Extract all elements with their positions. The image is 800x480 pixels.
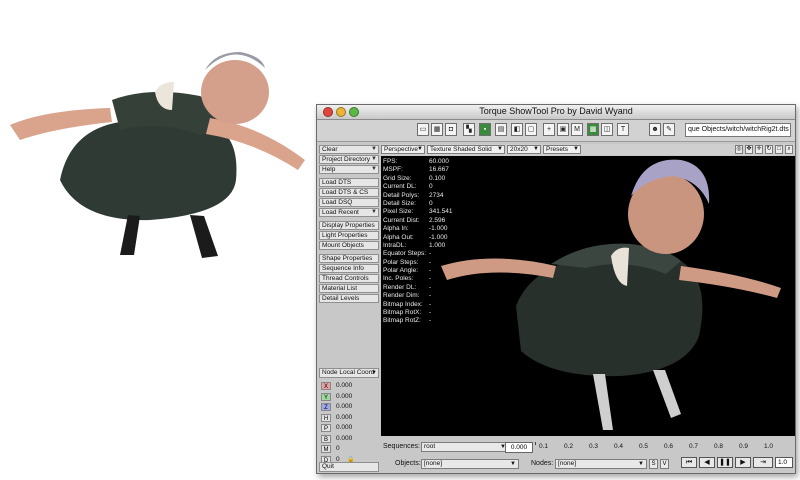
light-icon[interactable]: ▚ (463, 123, 475, 136)
coordinate-readout: X 0.000 Y 0.000 Z 0.000 H 0.000 P 0.000 B 0.00… (321, 381, 379, 465)
chevron-down-icon: ▼ (371, 156, 377, 162)
green-tool-icon[interactable]: ▪ (479, 123, 491, 136)
move-icon[interactable]: ✛ (755, 145, 763, 154)
play-reverse-icon[interactable]: ◀ (699, 457, 715, 468)
current-time-field[interactable]: 0.000 (505, 442, 533, 453)
window-title: Torque ShowTool Pro by David Wyand (479, 106, 633, 116)
objects-label: Objects: (395, 460, 421, 467)
node-icon[interactable]: ◧ (511, 123, 523, 136)
mirror-icon[interactable]: ◫ (601, 123, 613, 136)
timeline-tick-label: 0.7 (689, 443, 699, 450)
coord-row-y: Y 0.000 (321, 392, 379, 402)
chevron-down-icon: ▼ (371, 146, 377, 152)
view-mode-select[interactable]: Perspective ▼ (381, 145, 425, 154)
nodes-s-button[interactable]: S (649, 459, 658, 469)
nodes-select[interactable]: [none] ▼ (555, 459, 647, 469)
pen-icon[interactable]: ✎ (663, 123, 675, 136)
timeline-scrubber[interactable]: 0.1 0.2 0.3 0.4 0.5 0.6 0.7 0.8 0.9 1.0 (535, 442, 791, 453)
material-list-button[interactable]: Material List (319, 284, 379, 293)
pan-icon[interactable]: ✥ (745, 145, 753, 154)
plus-icon[interactable]: + (543, 123, 555, 136)
coord-row-m: M0 (321, 444, 379, 454)
quit-button[interactable]: Quit (319, 462, 379, 472)
chevron-down-icon: ▼ (497, 146, 503, 152)
presets-select[interactable]: Presets ▼ (543, 145, 581, 154)
app-window: Torque ShowTool Pro by David Wyand ▭ ▦ ◘… (316, 104, 796, 474)
help-menu[interactable]: Help ▼ (319, 165, 379, 174)
mount-objects-button[interactable]: Mount Objects (319, 241, 379, 250)
chevron-down-icon: ▼ (638, 461, 644, 467)
timeline-tick-label: 1.0 (764, 443, 774, 450)
view-icon[interactable]: ▭ (417, 123, 429, 136)
viewport-options-bar: Perspective ▼ Texture Shaded Solid ▼ 20x20… (381, 144, 795, 155)
thread-controls-button[interactable]: Thread Controls (319, 274, 379, 283)
timeline-tick-label: 0.9 (739, 443, 749, 450)
load-dts-cs-button[interactable]: Load DTS & CS (319, 188, 379, 197)
load-dts-button[interactable]: Load DTS (319, 178, 379, 187)
shape-properties-button[interactable]: Shape Properties (319, 254, 379, 263)
coord-row-z: Z 0.000 (321, 402, 379, 412)
zoom-icon[interactable]: ⌕ (785, 145, 793, 154)
grid-icon[interactable]: ▦ (431, 123, 443, 136)
chevron-down-icon: ▼ (510, 461, 516, 467)
coord-row-p: P 0.000 (321, 423, 379, 433)
anim-icon[interactable]: ▤ (495, 123, 507, 136)
mesh-icon[interactable]: ▣ (557, 123, 569, 136)
skin-icon[interactable]: ☻ (649, 123, 661, 136)
pause-icon[interactable]: ❚❚ (717, 457, 733, 468)
objects-select[interactable]: [none] ▼ (421, 459, 519, 469)
camera-icon[interactable]: ◘ (445, 123, 457, 136)
chevron-down-icon: ▼ (573, 146, 579, 152)
shading-select[interactable]: Texture Shaded Solid ▼ (427, 145, 505, 154)
chevron-down-icon: ▼ (371, 209, 377, 215)
sequence-info-button[interactable]: Sequence Info (319, 264, 379, 273)
light-properties-button[interactable]: Light Properties (319, 231, 379, 240)
shape-path-field[interactable]: que Objects/witch/witchRig2t.dts (685, 123, 791, 137)
nodes-v-button[interactable]: V (660, 459, 669, 469)
coord-row-h: H 0.000 (321, 413, 379, 423)
toolbar: ▭ ▦ ◘ ▚ ▪ ▤ ◧ ▢ + ▣ M ▩ ◫ T ☻ ✎ que Obje… (317, 120, 795, 142)
sequence-select[interactable]: root ▼ (421, 442, 509, 452)
ts-icon[interactable]: T (617, 123, 629, 136)
sequences-label: Sequences: (383, 443, 420, 450)
3d-viewport[interactable]: FPS: 60.000 MSPF: 16.667 Grid Size: 0.100 C… (381, 156, 795, 436)
frame-icon[interactable]: □ (775, 145, 783, 154)
clear-menu[interactable]: Clear ▼ (319, 145, 379, 154)
rotate-icon[interactable]: ↻ (765, 145, 773, 154)
timeline-tick-label: 0.8 (714, 443, 724, 450)
timeline-tick-label: 0.1 (539, 443, 549, 450)
chevron-down-icon: ▼ (533, 146, 539, 152)
loop-icon[interactable]: ⇥ (753, 457, 773, 468)
timeline-tick-label: 0.4 (614, 443, 624, 450)
chevron-down-icon: ▼ (371, 370, 377, 376)
coord-mode-select[interactable]: Node Local Coord ▼ (319, 368, 379, 378)
playback-speed-field[interactable]: 1.0 (775, 457, 793, 468)
load-dsq-button[interactable]: Load DSQ (319, 198, 379, 207)
nodes-label: Nodes: (531, 460, 554, 467)
display-properties-button[interactable]: Display Properties (319, 221, 379, 230)
playback-panel: Sequences: root▼ S 0.000 0.1 0.2 0.3 0.4… (381, 437, 795, 473)
witch-character-render (10, 52, 305, 258)
coord-row-x: X 0.000 (321, 381, 379, 391)
frame-icon[interactable]: ▢ (525, 123, 537, 136)
project-directory-menu[interactable]: Project Directory ▼ (319, 155, 379, 164)
load-recent-menu[interactable]: Load Recent ▼ (319, 208, 379, 217)
rewind-icon[interactable]: ⏮ (681, 457, 697, 468)
settings-icon[interactable]: ◎ (735, 145, 743, 154)
timeline-tick (535, 442, 536, 445)
detail-levels-button[interactable]: Detail Levels (319, 294, 379, 303)
play-icon[interactable]: ▶ (735, 457, 751, 468)
grid-select[interactable]: 20x20 ▼ (507, 145, 541, 154)
timeline-tick-label: 0.6 (664, 443, 674, 450)
texture-icon[interactable]: ▩ (587, 123, 599, 136)
coord-row-b: B 0.000 (321, 434, 379, 444)
material-icon[interactable]: M (571, 123, 583, 136)
chevron-down-icon: ▼ (371, 166, 377, 172)
timeline-tick-label: 0.2 (564, 443, 574, 450)
timeline-tick-label: 0.3 (589, 443, 599, 450)
title-bar: Torque ShowTool Pro by David Wyand (317, 105, 795, 120)
chevron-down-icon: ▼ (417, 146, 423, 152)
timeline-tick-label: 0.5 (639, 443, 649, 450)
